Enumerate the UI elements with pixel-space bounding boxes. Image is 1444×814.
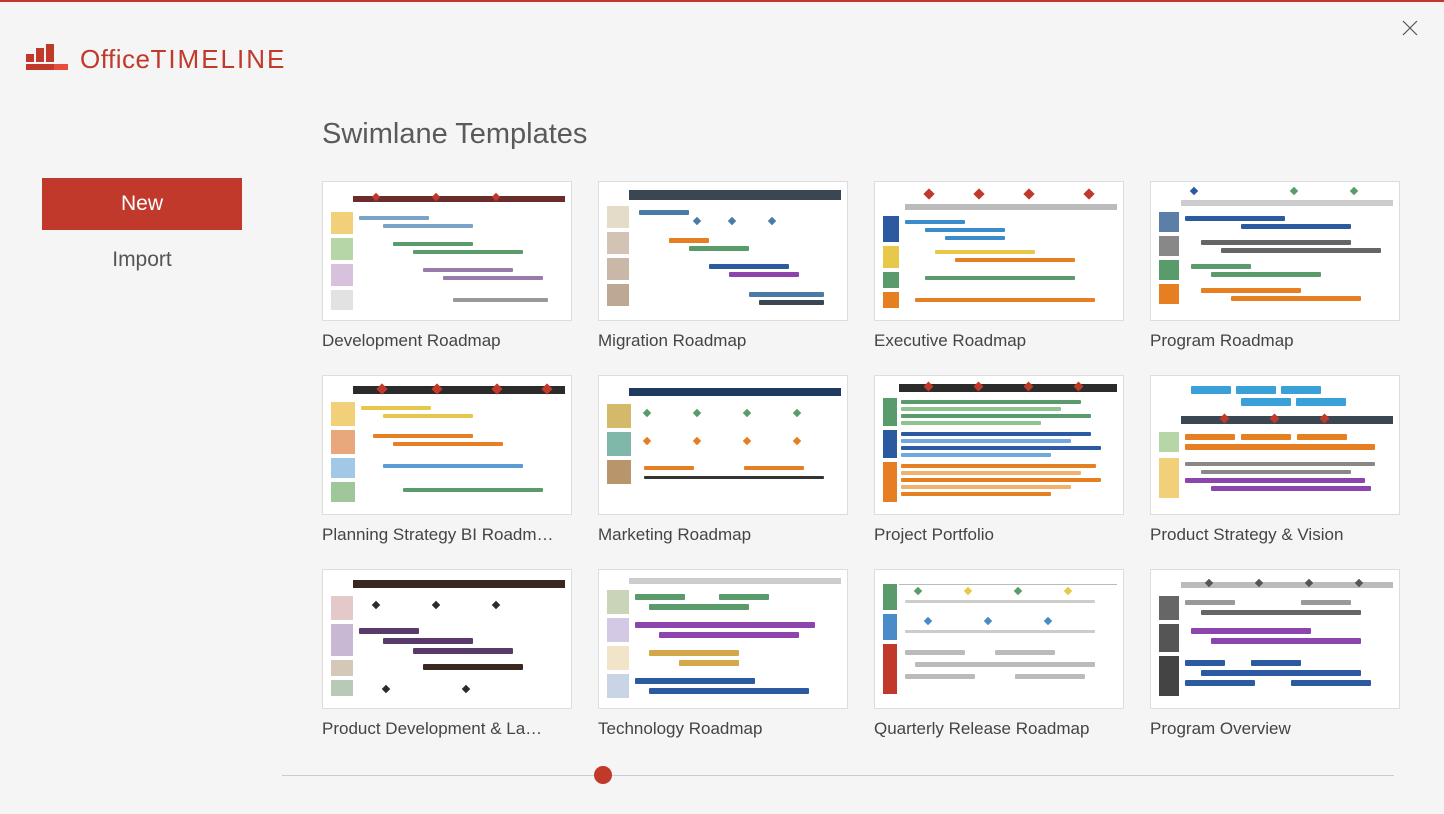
template-card-technology-roadmap[interactable]: Technology Roadmap <box>598 569 848 739</box>
window-accent-bar <box>0 0 1444 2</box>
scrollbar-thumb[interactable] <box>594 766 612 784</box>
template-thumbnail <box>1150 569 1400 709</box>
sidebar-item-new[interactable]: New <box>42 178 242 230</box>
template-card-product-development-launch[interactable]: Product Development & La… <box>322 569 572 739</box>
template-label: Program Overview <box>1150 719 1400 739</box>
main-content: Swimlane Templates Development <box>322 118 1414 739</box>
sidebar-item-label: New <box>121 192 163 216</box>
template-label: Development Roadmap <box>322 331 572 351</box>
app-logo: OfficeTIMELINE <box>26 42 286 72</box>
logo-text: OfficeTIMELINE <box>80 46 286 72</box>
logo-icon <box>26 42 68 72</box>
sidebar: New Import <box>42 178 242 290</box>
template-label: Product Strategy & Vision <box>1150 525 1400 545</box>
template-card-development-roadmap[interactable]: Development Roadmap <box>322 181 572 351</box>
template-grid: Development Roadmap Migration <box>322 181 1414 739</box>
template-card-executive-roadmap[interactable]: Executive Roadmap <box>874 181 1124 351</box>
logo-text-office: Office <box>80 44 150 74</box>
template-card-program-overview[interactable]: Program Overview <box>1150 569 1400 739</box>
template-thumbnail <box>874 375 1124 515</box>
logo-text-timeline: TIMELINE <box>150 44 286 74</box>
template-label: Planning Strategy BI Roadm… <box>322 525 572 545</box>
template-card-marketing-roadmap[interactable]: Marketing Roadmap <box>598 375 848 545</box>
template-label: Technology Roadmap <box>598 719 848 739</box>
template-label: Marketing Roadmap <box>598 525 848 545</box>
template-label: Project Portfolio <box>874 525 1124 545</box>
template-thumbnail <box>874 569 1124 709</box>
template-thumbnail <box>598 375 848 515</box>
template-label: Product Development & La… <box>322 719 572 739</box>
close-button[interactable] <box>1396 14 1424 42</box>
template-label: Migration Roadmap <box>598 331 848 351</box>
template-card-quarterly-release-roadmap[interactable]: Quarterly Release Roadmap <box>874 569 1124 739</box>
template-thumbnail <box>1150 181 1400 321</box>
template-thumbnail <box>598 181 848 321</box>
template-thumbnail <box>322 181 572 321</box>
template-card-migration-roadmap[interactable]: Migration Roadmap <box>598 181 848 351</box>
template-thumbnail <box>874 181 1124 321</box>
template-thumbnail <box>1150 375 1400 515</box>
sidebar-item-label: Import <box>112 248 172 272</box>
sidebar-item-import[interactable]: Import <box>42 234 242 286</box>
template-thumbnail <box>598 569 848 709</box>
template-label: Quarterly Release Roadmap <box>874 719 1124 739</box>
template-card-program-roadmap[interactable]: Program Roadmap <box>1150 181 1400 351</box>
template-label: Executive Roadmap <box>874 331 1124 351</box>
template-card-project-portfolio[interactable]: Project Portfolio <box>874 375 1124 545</box>
template-thumbnail <box>322 569 572 709</box>
horizontal-scrollbar[interactable] <box>282 775 1394 776</box>
template-card-planning-strategy-bi[interactable]: Planning Strategy BI Roadm… <box>322 375 572 545</box>
close-icon <box>1402 20 1418 36</box>
template-label: Program Roadmap <box>1150 331 1400 351</box>
template-card-product-strategy-vision[interactable]: Product Strategy & Vision <box>1150 375 1400 545</box>
page-title: Swimlane Templates <box>322 118 1414 151</box>
template-thumbnail <box>322 375 572 515</box>
